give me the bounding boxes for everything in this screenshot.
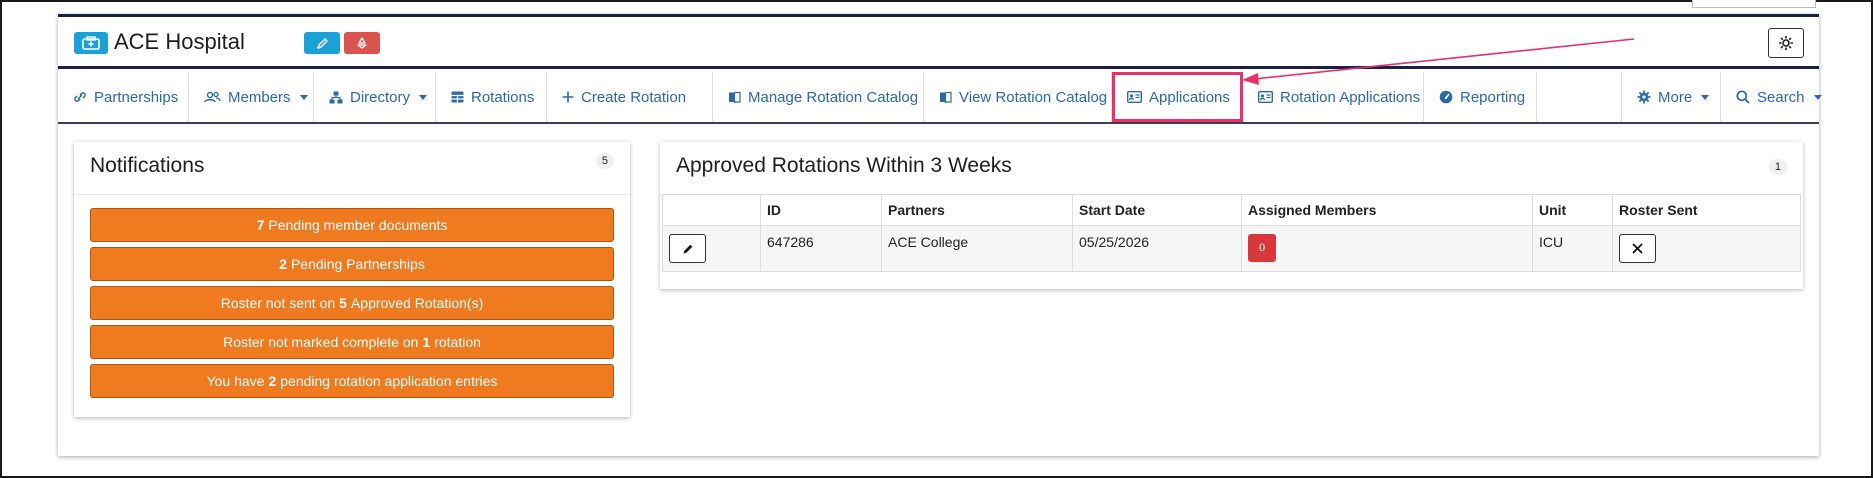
annotation-arrow bbox=[1242, 38, 1635, 85]
divider bbox=[74, 194, 630, 195]
edit-rotation-button[interactable] bbox=[669, 234, 706, 263]
recycle-button[interactable] bbox=[344, 32, 380, 54]
approved-rotations-count-badge: 1 bbox=[1768, 159, 1787, 175]
column-header-assigned-members: Assigned Members bbox=[1241, 194, 1533, 226]
column-header-id: ID bbox=[760, 194, 882, 226]
plus-icon bbox=[562, 91, 574, 103]
nav-label: Search bbox=[1757, 88, 1805, 106]
notification-text: Approved Rotation(s) bbox=[350, 295, 484, 311]
gear-icon bbox=[1779, 36, 1793, 50]
chevron-down-icon bbox=[299, 94, 308, 100]
notification-prefix: You have bbox=[206, 373, 265, 389]
column-header-partners: Partners bbox=[881, 194, 1073, 226]
nav-partnerships[interactable]: Partnerships bbox=[58, 72, 189, 122]
nav-label: More bbox=[1658, 88, 1693, 106]
nav-members[interactable]: Members bbox=[189, 72, 314, 122]
notification-pending-member-documents[interactable]: 7 Pending member documents bbox=[90, 208, 614, 242]
rotation-start-date: 05/25/2026 bbox=[1072, 225, 1242, 272]
nav-manage-rotation-catalog[interactable]: Manage Rotation Catalog bbox=[713, 72, 924, 122]
book-icon bbox=[729, 91, 741, 103]
notification-count: 5 bbox=[339, 295, 347, 311]
notification-pending-applications[interactable]: You have 2 pending rotation application … bbox=[90, 364, 614, 398]
nav-label: Directory bbox=[350, 88, 411, 106]
notification-count: 7 bbox=[256, 217, 265, 233]
nav-rotations[interactable]: Rotations bbox=[436, 72, 547, 122]
assigned-members-button[interactable]: 0 bbox=[1248, 234, 1276, 262]
notification-prefix: Roster not marked complete on bbox=[223, 334, 419, 350]
hospital-icon bbox=[74, 32, 108, 54]
close-icon bbox=[1632, 243, 1643, 254]
nav-label: View Rotation Catalog bbox=[959, 88, 1108, 106]
edit-hospital-button[interactable] bbox=[304, 32, 340, 54]
notification-pending-partnerships[interactable]: 2 Pending Partnerships bbox=[90, 247, 614, 281]
chevron-down-icon bbox=[419, 94, 428, 100]
book-icon bbox=[940, 91, 952, 103]
roster-sent-cell bbox=[1612, 225, 1801, 272]
column-header bbox=[662, 194, 761, 226]
table-row: 647286 ACE College 05/25/2026 0 ICU bbox=[662, 225, 1801, 272]
pencil-icon bbox=[316, 37, 328, 49]
notification-prefix: Roster not sent on bbox=[220, 295, 336, 311]
column-header-roster-sent: Roster Sent bbox=[1612, 194, 1801, 226]
link-icon bbox=[74, 92, 86, 102]
nav-label: Partnerships bbox=[94, 88, 179, 106]
approved-rotations-table: ID Partners Start Date Assigned Members … bbox=[662, 194, 1801, 272]
rotation-partners: ACE College bbox=[881, 225, 1073, 272]
edit-cell bbox=[662, 225, 761, 272]
search-icon bbox=[1736, 90, 1750, 104]
column-header-unit: Unit bbox=[1532, 194, 1613, 226]
notifications-count-badge: 5 bbox=[595, 153, 614, 169]
recycle-icon bbox=[357, 37, 367, 49]
notification-text: pending rotation application entries bbox=[280, 373, 498, 389]
notification-text: Pending member documents bbox=[268, 217, 448, 233]
notification-roster-not-sent[interactable]: Roster not sent on 5 Approved Rotation(s… bbox=[90, 286, 614, 320]
notification-count: 2 bbox=[279, 256, 287, 272]
id-card-icon bbox=[1258, 91, 1273, 103]
gear-icon bbox=[1637, 90, 1651, 104]
chevron-down-icon bbox=[1701, 94, 1710, 100]
id-card-icon bbox=[1127, 91, 1142, 103]
roster-sent-toggle-button[interactable] bbox=[1619, 234, 1656, 263]
notifications-title: Notifications bbox=[90, 154, 205, 177]
table-icon bbox=[451, 91, 464, 103]
table-header-row: ID Partners Start Date Assigned Members … bbox=[662, 194, 1801, 226]
nav-view-rotation-catalog[interactable]: View Rotation Catalog bbox=[924, 72, 1112, 122]
rotation-unit: ICU bbox=[1532, 225, 1613, 272]
top-control-stub bbox=[1692, 0, 1816, 8]
chevron-down-icon bbox=[1813, 94, 1822, 100]
nav-label: Manage Rotation Catalog bbox=[748, 88, 919, 106]
notification-roster-not-complete[interactable]: Roster not marked complete on 1 rotation bbox=[90, 325, 614, 359]
nav-applications[interactable]: Applications bbox=[1112, 72, 1243, 122]
notifications-panel: Notifications 5 7 Pending member documen… bbox=[74, 142, 630, 417]
notification-count: 2 bbox=[268, 373, 277, 389]
column-header-start-date: Start Date bbox=[1072, 194, 1242, 226]
approved-rotations-title: Approved Rotations Within 3 Weeks bbox=[676, 154, 1012, 177]
sitemap-icon bbox=[329, 91, 343, 103]
approved-rotations-panel: Approved Rotations Within 3 Weeks 1 ID P… bbox=[660, 142, 1803, 289]
hospital-title: ACE Hospital bbox=[114, 29, 245, 54]
notification-text: rotation bbox=[434, 334, 481, 350]
nav-directory[interactable]: Directory bbox=[314, 72, 436, 122]
assigned-members-cell: 0 bbox=[1241, 225, 1533, 272]
nav-label: Members bbox=[228, 88, 291, 106]
notification-text: Pending Partnerships bbox=[290, 256, 425, 272]
rotation-id: 647286 bbox=[760, 225, 882, 272]
nav-label: Applications bbox=[1149, 88, 1230, 106]
pencil-icon bbox=[683, 244, 692, 253]
settings-button[interactable] bbox=[1768, 28, 1804, 58]
nav-label: Create Rotation bbox=[581, 88, 687, 106]
gauge-icon bbox=[1439, 90, 1453, 104]
nav-create-rotation[interactable]: Create Rotation bbox=[547, 72, 713, 122]
users-icon bbox=[204, 91, 221, 103]
nav-search[interactable]: Search bbox=[1721, 72, 1822, 122]
nav-label: Rotations bbox=[471, 88, 535, 106]
notification-count: 1 bbox=[422, 334, 431, 350]
